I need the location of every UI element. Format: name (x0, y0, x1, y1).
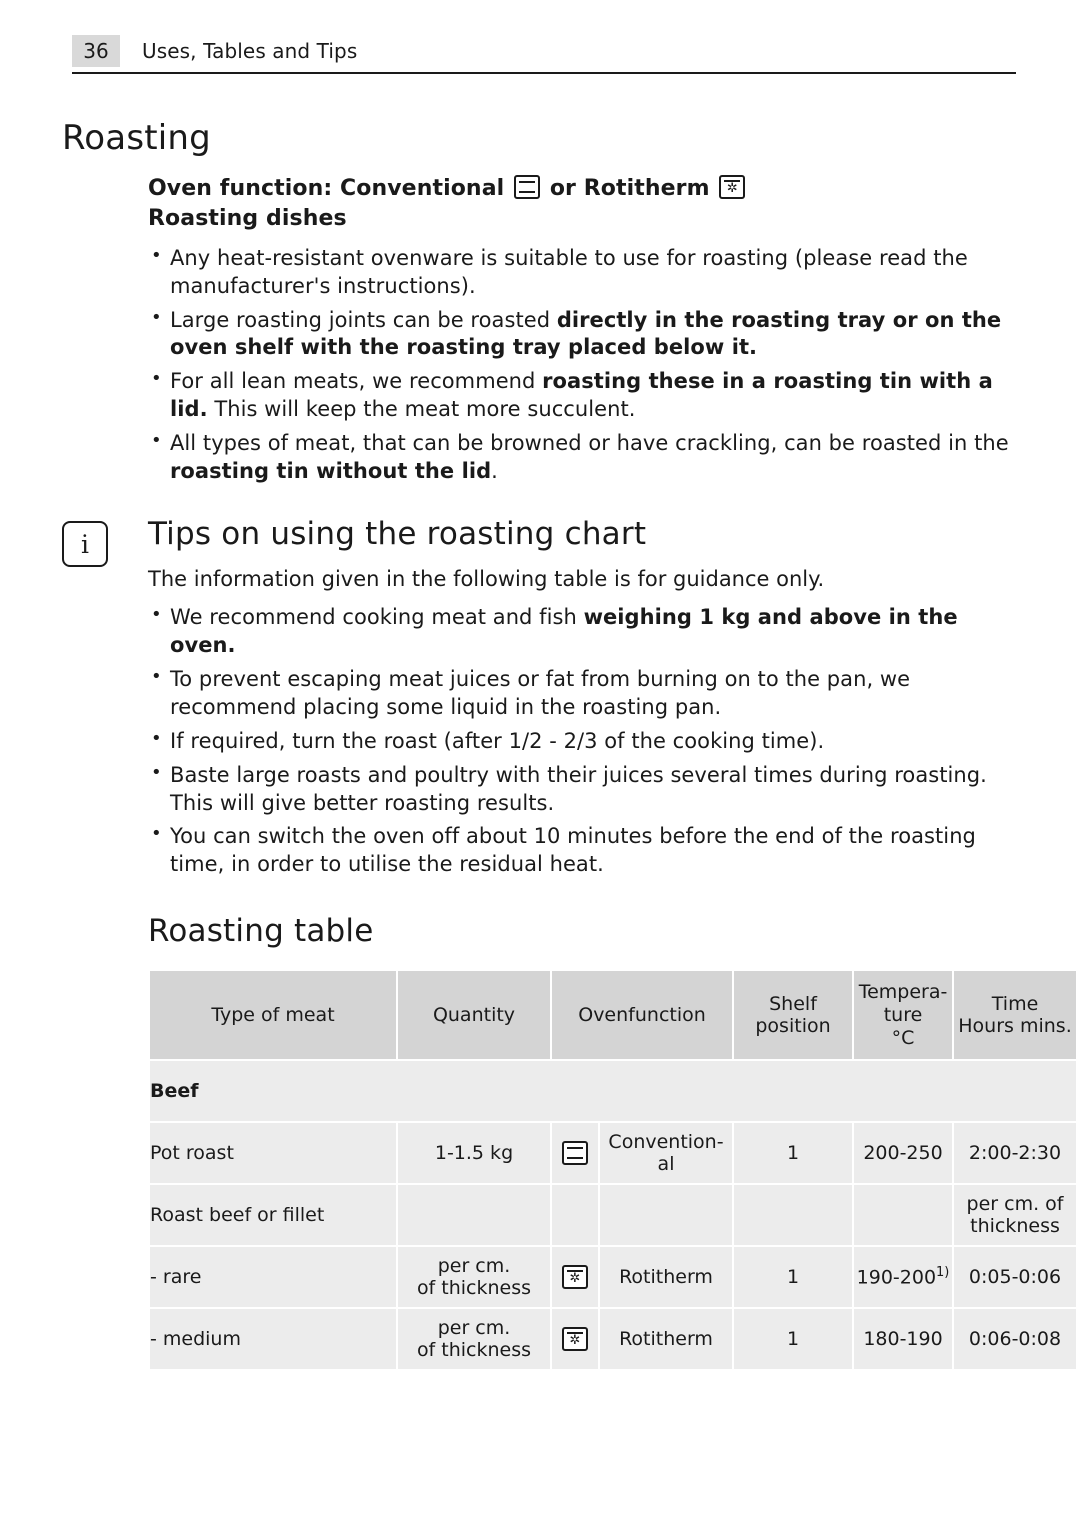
cell-shelf-position (732, 1183, 855, 1248)
roasting-bullet-list: Any heat-resistant ovenware is suitable … (148, 244, 1016, 486)
roasting-table-title: Roasting table (148, 913, 374, 950)
roasting-table-head: Type of meat Quantity Ovenfunction Shelf pos… (148, 969, 1079, 1062)
roasting-bullet-item: All types of meat, that can be browned o… (148, 429, 1016, 486)
cell-temperature: 200-250 (852, 1121, 955, 1186)
cell-time: 2:00-2:30 (952, 1121, 1079, 1186)
rotitherm-oven-icon (562, 1265, 588, 1290)
table-header-cell: Shelf position (732, 969, 855, 1062)
oven-function-middle: or Rotitherm (549, 176, 710, 201)
oven-function-heading: Oven function: Conventional or Rotitherm… (148, 174, 1016, 235)
roasting-bullet-text: roasting tin without the lid (170, 459, 492, 484)
table-header-cell: Ovenfunction (549, 969, 735, 1062)
cell-temperature: 180-190 (852, 1307, 955, 1372)
cell-temperature (852, 1183, 955, 1248)
conventional-oven-icon (514, 175, 541, 199)
roasting-bullet-item: For all lean meats, we recommend roastin… (148, 367, 1016, 424)
tips-bullet-item: We recommend cooking meat and fish weigh… (148, 603, 1016, 660)
cell-shelf-position: 1 (732, 1121, 855, 1186)
cell-ovenfunction-icon (550, 1245, 600, 1310)
cell-type-of-meat: Roast beef or fillet (148, 1183, 398, 1248)
cell-ovenfunction: Convention-al (597, 1121, 735, 1186)
table-row: - rareper cm.of thickness Rotitherm1190-2… (148, 1245, 1079, 1310)
roasting-bullet-text: For all lean meats, we recommend (170, 369, 543, 394)
cell-ovenfunction-icon (550, 1121, 600, 1186)
cell-shelf-position: 1 (732, 1307, 855, 1372)
cell-time: per cm. of thickness (952, 1183, 1079, 1248)
tips-bullet-text: We recommend cooking meat and fish (170, 605, 584, 630)
roasting-bullet-item: Large roasting joints can be roasted dir… (148, 306, 1016, 363)
cell-ovenfunction-icon (550, 1183, 600, 1248)
tips-section: i Tips on using the roasting chart The i… (62, 516, 1016, 879)
cell-ovenfunction-icon (550, 1307, 600, 1372)
tips-bullet-text: Baste large roasts and poultry with thei… (170, 762, 987, 815)
rotitherm-oven-icon (719, 175, 746, 199)
cell-ovenfunction (597, 1183, 735, 1248)
page-content: Roasting Oven function: Conventional or … (62, 118, 1079, 1372)
table-row: Pot roast 1-1.5 kg Convention-al 1 200-250 2:… (148, 1121, 1079, 1186)
header-divider (72, 72, 1016, 74)
roasting-table-body: Beef Pot roast 1-1.5 kg Convention-al 1 200-2… (147, 1059, 1079, 1372)
roasting-bullet-text: All types of meat, that can be browned o… (170, 431, 1009, 456)
cell-type-of-meat: - medium (148, 1307, 398, 1372)
cell-temperature: 190-2001) (852, 1245, 955, 1310)
roasting-bullet-item: Any heat-resistant ovenware is suitable … (148, 244, 1016, 301)
cell-quantity: per cm. of thickness (396, 1307, 552, 1372)
roasting-table: Type of meat Quantity Ovenfunction Shelf pos… (147, 969, 1079, 1372)
tips-bullet-item: You can switch the oven off about 10 min… (148, 822, 1016, 879)
roasting-bullet-text: This will keep the meat more succulent. (207, 397, 636, 422)
table-header-cell: Time Hours mins. (952, 969, 1079, 1062)
page-title: Roasting (62, 118, 211, 158)
table-group-label: Beef (147, 1059, 1079, 1124)
tips-bullet-text: To prevent escaping meat juices or fat f… (170, 666, 911, 719)
cell-ovenfunction: Rotitherm (597, 1307, 735, 1372)
oven-function-prefix: Oven function: Conventional (148, 176, 505, 201)
roasting-dishes-heading: Roasting dishes (148, 206, 347, 232)
page-header: 36 Uses, Tables and Tips (72, 34, 1016, 74)
cell-quantity: 1-1.5 kg (396, 1121, 552, 1186)
header-title: Uses, Tables and Tips (142, 39, 358, 63)
document-page: 36 Uses, Tables and Tips Roasting Oven f… (0, 0, 1080, 1529)
rotitherm-oven-icon (562, 1327, 588, 1352)
table-row: Roast beef or fillet per cm. of thickness (148, 1183, 1079, 1248)
cell-time: 0:06-0:08 (952, 1307, 1079, 1372)
footnote-marker: 1) (936, 1265, 950, 1281)
cell-quantity (396, 1183, 552, 1248)
conventional-oven-icon (562, 1141, 588, 1166)
cell-time: 0:05-0:06 (952, 1245, 1079, 1310)
roasting-bullet-text: Large roasting joints can be roasted (170, 307, 557, 332)
tips-bullet-item: Baste large roasts and poultry with thei… (148, 761, 1016, 818)
tips-bullet-item: If required, turn the roast (after 1/2 -… (148, 727, 1016, 756)
tips-title: Tips on using the roasting chart (148, 516, 647, 553)
cell-quantity: per cm. of thickness (396, 1245, 552, 1310)
page-number: 36 (72, 35, 120, 67)
cell-shelf-position: 1 (732, 1245, 855, 1310)
tips-bullet-text: You can switch the oven off about 10 min… (170, 824, 976, 877)
info-icon-glyph: i (81, 529, 89, 559)
roasting-bullet-text: . (491, 459, 498, 484)
roasting-bullet-text: Any heat-resistant ovenware is suitable … (170, 245, 968, 298)
cell-type-of-meat: Pot roast (148, 1121, 398, 1186)
cell-ovenfunction: Rotitherm (597, 1245, 735, 1310)
tips-bullet-list: We recommend cooking meat and fish weigh… (148, 603, 1016, 879)
table-header-cell: Tempera-ture °C (852, 969, 955, 1062)
table-header-cell: Quantity (396, 969, 552, 1062)
info-icon: i (62, 521, 108, 568)
table-row: - mediumper cm.of thickness Rotitherm1180… (148, 1307, 1079, 1372)
table-group-row: Beef (147, 1059, 1079, 1124)
tips-bullet-item: To prevent escaping meat juices or fat f… (148, 665, 1016, 722)
tips-bullet-text: If required, turn the roast (after 1/2 -… (170, 728, 825, 753)
cell-type-of-meat: - rare (148, 1245, 398, 1310)
table-header-row: Type of meat Quantity Ovenfunction Shelf pos… (148, 969, 1079, 1062)
table-header-cell: Type of meat (148, 969, 398, 1062)
tips-intro: The information given in the following t… (148, 567, 825, 592)
